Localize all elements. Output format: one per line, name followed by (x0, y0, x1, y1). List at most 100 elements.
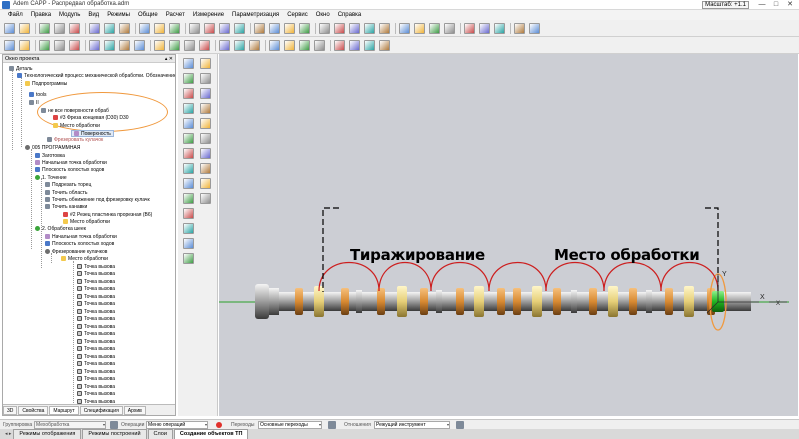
tree-item[interactable]: Точка вызова (77, 309, 115, 316)
tree-item[interactable]: Подрезать торец (45, 182, 91, 189)
toolbar-tool-icon[interactable] (4, 23, 15, 34)
tree-item[interactable]: 2. Обработка шеек (35, 226, 86, 233)
toolbar-tool-icon[interactable] (234, 40, 245, 51)
side-tool-icon[interactable] (183, 133, 194, 144)
side-tool-icon[interactable] (200, 193, 211, 204)
side-tool-icon[interactable] (183, 148, 194, 159)
tab-create-tp-objects[interactable]: Создание объектов ТП (173, 429, 249, 439)
tree-item[interactable]: Точка вызова (77, 384, 115, 391)
menu-general[interactable]: Общие (134, 10, 162, 20)
menu-module[interactable]: Модуль (55, 10, 84, 20)
side-tool-icon[interactable] (183, 208, 194, 219)
toolbar-tool-icon[interactable] (314, 40, 325, 51)
toolbar-tool-icon[interactable] (204, 23, 215, 34)
side-tool-icon[interactable] (200, 73, 211, 84)
tree-item[interactable]: Фрезерование кулачков (45, 249, 107, 256)
toolbar-tool-icon[interactable] (89, 40, 100, 51)
toolbar-tool-icon[interactable] (219, 40, 230, 51)
tree-item[interactable]: Место обработки (63, 219, 110, 226)
panel-controls[interactable]: ▴ ✕ (165, 55, 173, 63)
toolbar-tool-icon[interactable] (399, 23, 410, 34)
tree-item[interactable]: 1. Точение (35, 175, 67, 182)
toolbar-tool-icon[interactable] (4, 40, 15, 51)
side-tool-icon[interactable] (183, 118, 194, 129)
toolbar-tool-icon[interactable] (254, 23, 265, 34)
toolbar-tool-icon[interactable] (529, 23, 540, 34)
toolbar-tool-icon[interactable] (119, 23, 130, 34)
menu-modes[interactable]: Режимы (103, 10, 134, 20)
toolbar-tool-icon[interactable] (249, 40, 260, 51)
side-tool-icon[interactable] (183, 223, 194, 234)
tree-item[interactable]: Точка вызова (77, 354, 115, 361)
tree-item[interactable]: Точка вызова (77, 286, 115, 293)
tab-route[interactable]: Маршрут (49, 406, 79, 415)
tree-item[interactable]: Точка вызова (77, 271, 115, 278)
tree-item[interactable]: Точить область (45, 190, 88, 197)
relations-select[interactable]: Режущий инструмент ▾ (374, 421, 450, 429)
side-tool-icon[interactable] (183, 88, 194, 99)
side-tool-icon[interactable] (183, 178, 194, 189)
tab-display-modes[interactable]: Режимы отображения (13, 429, 82, 439)
toolbar-tool-icon[interactable] (444, 23, 455, 34)
tree-item[interactable]: Плоскость холостых ходов (45, 241, 114, 248)
tree-item[interactable]: Точка вызова (77, 331, 115, 338)
tree-item[interactable]: Точка вызова (77, 376, 115, 383)
tree-item[interactable]: Точка вызова (77, 346, 115, 353)
operations-select[interactable]: Меню операций ▾ (146, 421, 208, 429)
tree-item[interactable]: Точка вызова (77, 339, 115, 346)
toolbar-tool-icon[interactable] (479, 23, 490, 34)
toolbar-tool-icon[interactable] (69, 40, 80, 51)
tab-specification[interactable]: Спецификация (79, 406, 123, 415)
tree-item[interactable]: Поверхность (71, 130, 114, 137)
tree-item[interactable]: Начальная точка обработки (35, 160, 107, 167)
tree-item[interactable]: Точка вызова (77, 324, 115, 331)
toolbar-tool-icon[interactable] (54, 23, 65, 34)
tree-item[interactable]: 005 ПРОГРАММНАЯ (25, 145, 80, 152)
toolbar-tool-icon[interactable] (169, 23, 180, 34)
tree-item[interactable]: #3 Фреза концевая (D30) D30 (53, 115, 129, 122)
toolbar-tool-icon[interactable] (39, 23, 50, 34)
toolbar-tool-icon[interactable] (189, 23, 200, 34)
menu-file[interactable]: Файл (4, 10, 27, 20)
transitions-select[interactable]: Основные переходы ▾ (258, 421, 322, 429)
toolbar-tool-icon[interactable] (364, 40, 375, 51)
toolbar-tool-icon[interactable] (414, 23, 425, 34)
tree-item[interactable]: Точка вызова (77, 301, 115, 308)
tab-scroll-arrows[interactable]: ◂ ▸ (3, 429, 13, 439)
menu-calculation[interactable]: Расчет (162, 10, 189, 20)
toolbar-tool-icon[interactable] (299, 23, 310, 34)
side-tool-icon[interactable] (183, 73, 194, 84)
tree-item[interactable]: Заготовка (35, 153, 65, 160)
side-tool-icon[interactable] (200, 178, 211, 189)
record-icon[interactable] (216, 422, 222, 428)
tree-item[interactable]: Деталь (9, 66, 33, 73)
close-button[interactable]: ✕ (783, 0, 797, 9)
tree-item[interactable]: Точка вызова (77, 279, 115, 286)
toolbar-tool-icon[interactable] (219, 23, 230, 34)
menu-measurement[interactable]: Измерение (189, 10, 228, 20)
toolbar-tool-icon[interactable] (379, 23, 390, 34)
side-tool-icon[interactable] (200, 148, 211, 159)
maximize-button[interactable]: □ (769, 0, 783, 9)
tab-construction-modes[interactable]: Режимы построений (82, 429, 147, 439)
tree-item[interactable]: не все поверхности обраб (41, 108, 109, 115)
menu-parametrization[interactable]: Параметризация (228, 10, 283, 20)
toolbar-tool-icon[interactable] (139, 23, 150, 34)
toolbar-tool-icon[interactable] (334, 40, 345, 51)
toolbar-tool-icon[interactable] (169, 40, 180, 51)
side-tool-icon[interactable] (183, 103, 194, 114)
toolbar-tool-icon[interactable] (269, 23, 280, 34)
toolbar-tool-icon[interactable] (89, 23, 100, 34)
side-tool-icon[interactable] (200, 88, 211, 99)
toolbar-tool-icon[interactable] (429, 23, 440, 34)
tree-item[interactable]: Точка вызова (77, 391, 115, 398)
toolbar-tool-icon[interactable] (154, 40, 165, 51)
menu-view[interactable]: Вид (84, 10, 103, 20)
tree-item[interactable]: Точка вызова (77, 361, 115, 368)
filter-icon[interactable] (456, 421, 464, 429)
tree-item[interactable]: #2 Резец пластинка прорезная (B6) (63, 212, 152, 219)
side-tool-icon[interactable] (200, 118, 211, 129)
toolbar-tool-icon[interactable] (269, 40, 280, 51)
toolbar-tool-icon[interactable] (134, 40, 145, 51)
toolbar-tool-icon[interactable] (379, 40, 390, 51)
